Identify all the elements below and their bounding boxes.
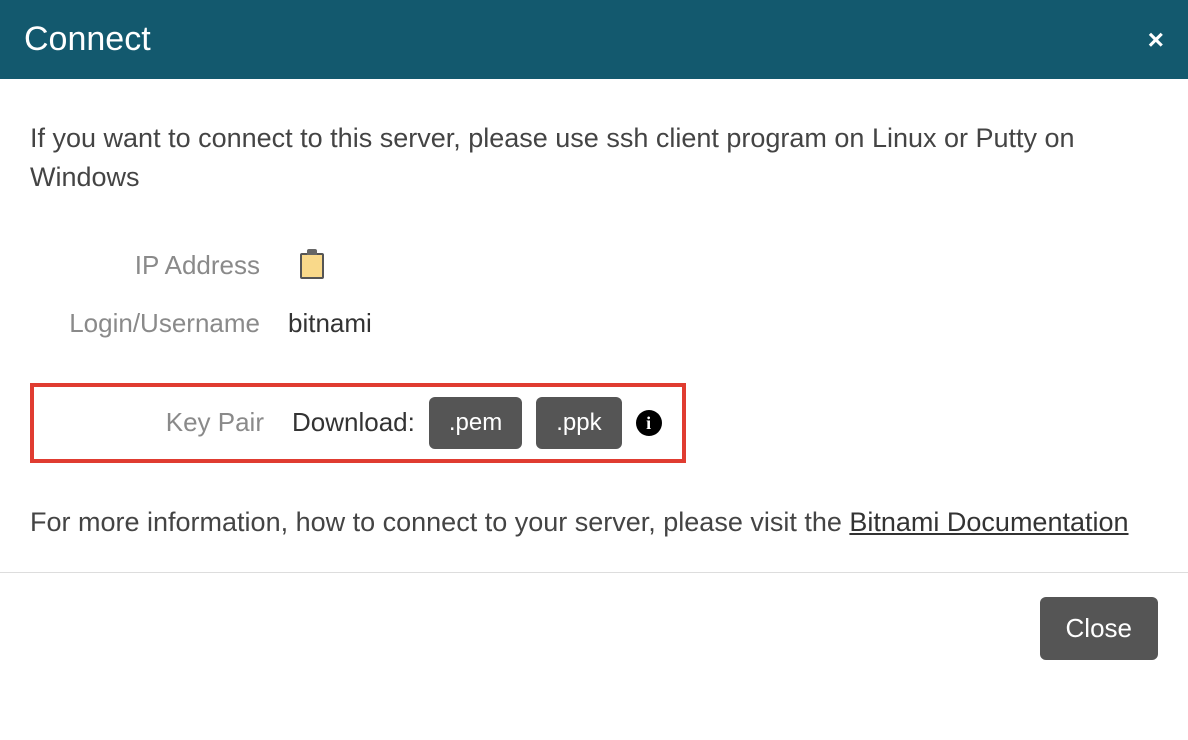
modal-body: If you want to connect to this server, p… [0, 79, 1188, 572]
download-ppk-button[interactable]: .ppk [536, 397, 621, 449]
modal-footer: Close [0, 572, 1188, 684]
modal-title: Connect [24, 20, 151, 59]
clipboard-icon[interactable] [300, 253, 324, 279]
intro-text: If you want to connect to this server, p… [30, 119, 1158, 197]
modal-header: Connect × [0, 0, 1188, 79]
footer-text-pre: For more information, how to connect to … [30, 507, 849, 537]
close-icon[interactable]: × [1148, 24, 1164, 56]
info-icon[interactable]: i [636, 410, 662, 436]
ip-address-value [288, 253, 1158, 279]
info-grid: IP Address Login/Username bitnami [30, 247, 1158, 342]
login-username-label: Login/Username [30, 305, 260, 343]
documentation-link[interactable]: Bitnami Documentation [849, 507, 1128, 537]
login-username-text: bitnami [288, 305, 372, 343]
download-label: Download: [292, 404, 415, 442]
login-username-value: bitnami [288, 305, 1158, 343]
footer-info-text: For more information, how to connect to … [30, 503, 1158, 542]
close-button[interactable]: Close [1040, 597, 1158, 660]
download-pem-button[interactable]: .pem [429, 397, 522, 449]
ip-address-label: IP Address [30, 247, 260, 285]
keypair-label: Key Pair [34, 404, 264, 442]
keypair-row-highlight: Key Pair Download: .pem .ppk i [30, 383, 686, 463]
